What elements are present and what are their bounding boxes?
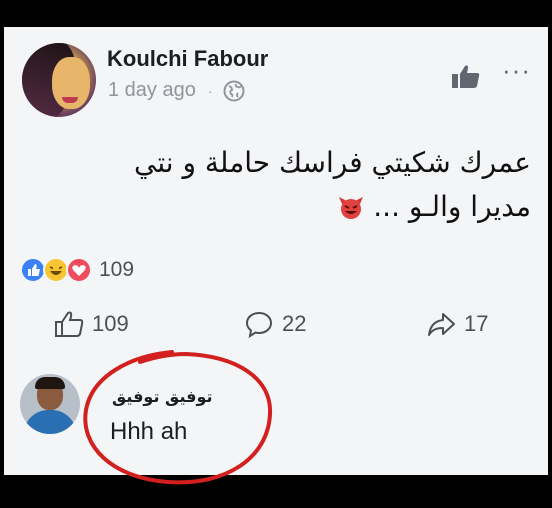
author-avatar[interactable]: [22, 43, 96, 117]
comment-icon: [245, 311, 273, 339]
commenter-avatar[interactable]: [20, 374, 80, 434]
share-icon: [428, 313, 455, 336]
reaction-count: 109: [99, 258, 135, 281]
post-time[interactable]: 1 day ago: [108, 79, 196, 102]
reaction-summary[interactable]: 109: [20, 257, 134, 283]
comment-button[interactable]: 22: [244, 309, 306, 339]
post-actions: 109 22 17: [4, 309, 548, 349]
love-reaction-icon: [66, 257, 92, 283]
share-button[interactable]: 17: [426, 309, 488, 339]
post-text-line-2-text: مديرا والـو ...: [373, 190, 531, 223]
meta-separator: ·: [207, 82, 213, 99]
globe-icon: [223, 80, 245, 101]
share-count: 17: [464, 311, 489, 336]
comment-count: 22: [282, 311, 307, 336]
devil-emoji-icon: [339, 197, 364, 219]
post-meta: 1 day ago ·: [108, 79, 245, 102]
commenter-name[interactable]: توفيق توفيق: [112, 387, 213, 406]
like-outline-icon: [55, 311, 84, 337]
post-text-line-2: مديرا والـو ...: [51, 185, 531, 229]
thumbs-up-icon[interactable]: [451, 63, 481, 89]
more-options-button[interactable]: ···: [502, 55, 531, 86]
post-card: Koulchi Fabour 1 day ago · ··· عمرك شكيت…: [4, 27, 548, 475]
comment-text: Hhh ah: [110, 418, 188, 445]
author-name[interactable]: Koulchi Fabour: [107, 46, 268, 72]
post-text-line-1: عمرك شكيتي فراسك حاملة و نتي: [134, 146, 531, 179]
like-button[interactable]: 109: [54, 309, 129, 339]
like-count: 109: [92, 311, 129, 336]
post-body: عمرك شكيتي فراسك حاملة و نتي مديرا والـو…: [51, 141, 531, 229]
